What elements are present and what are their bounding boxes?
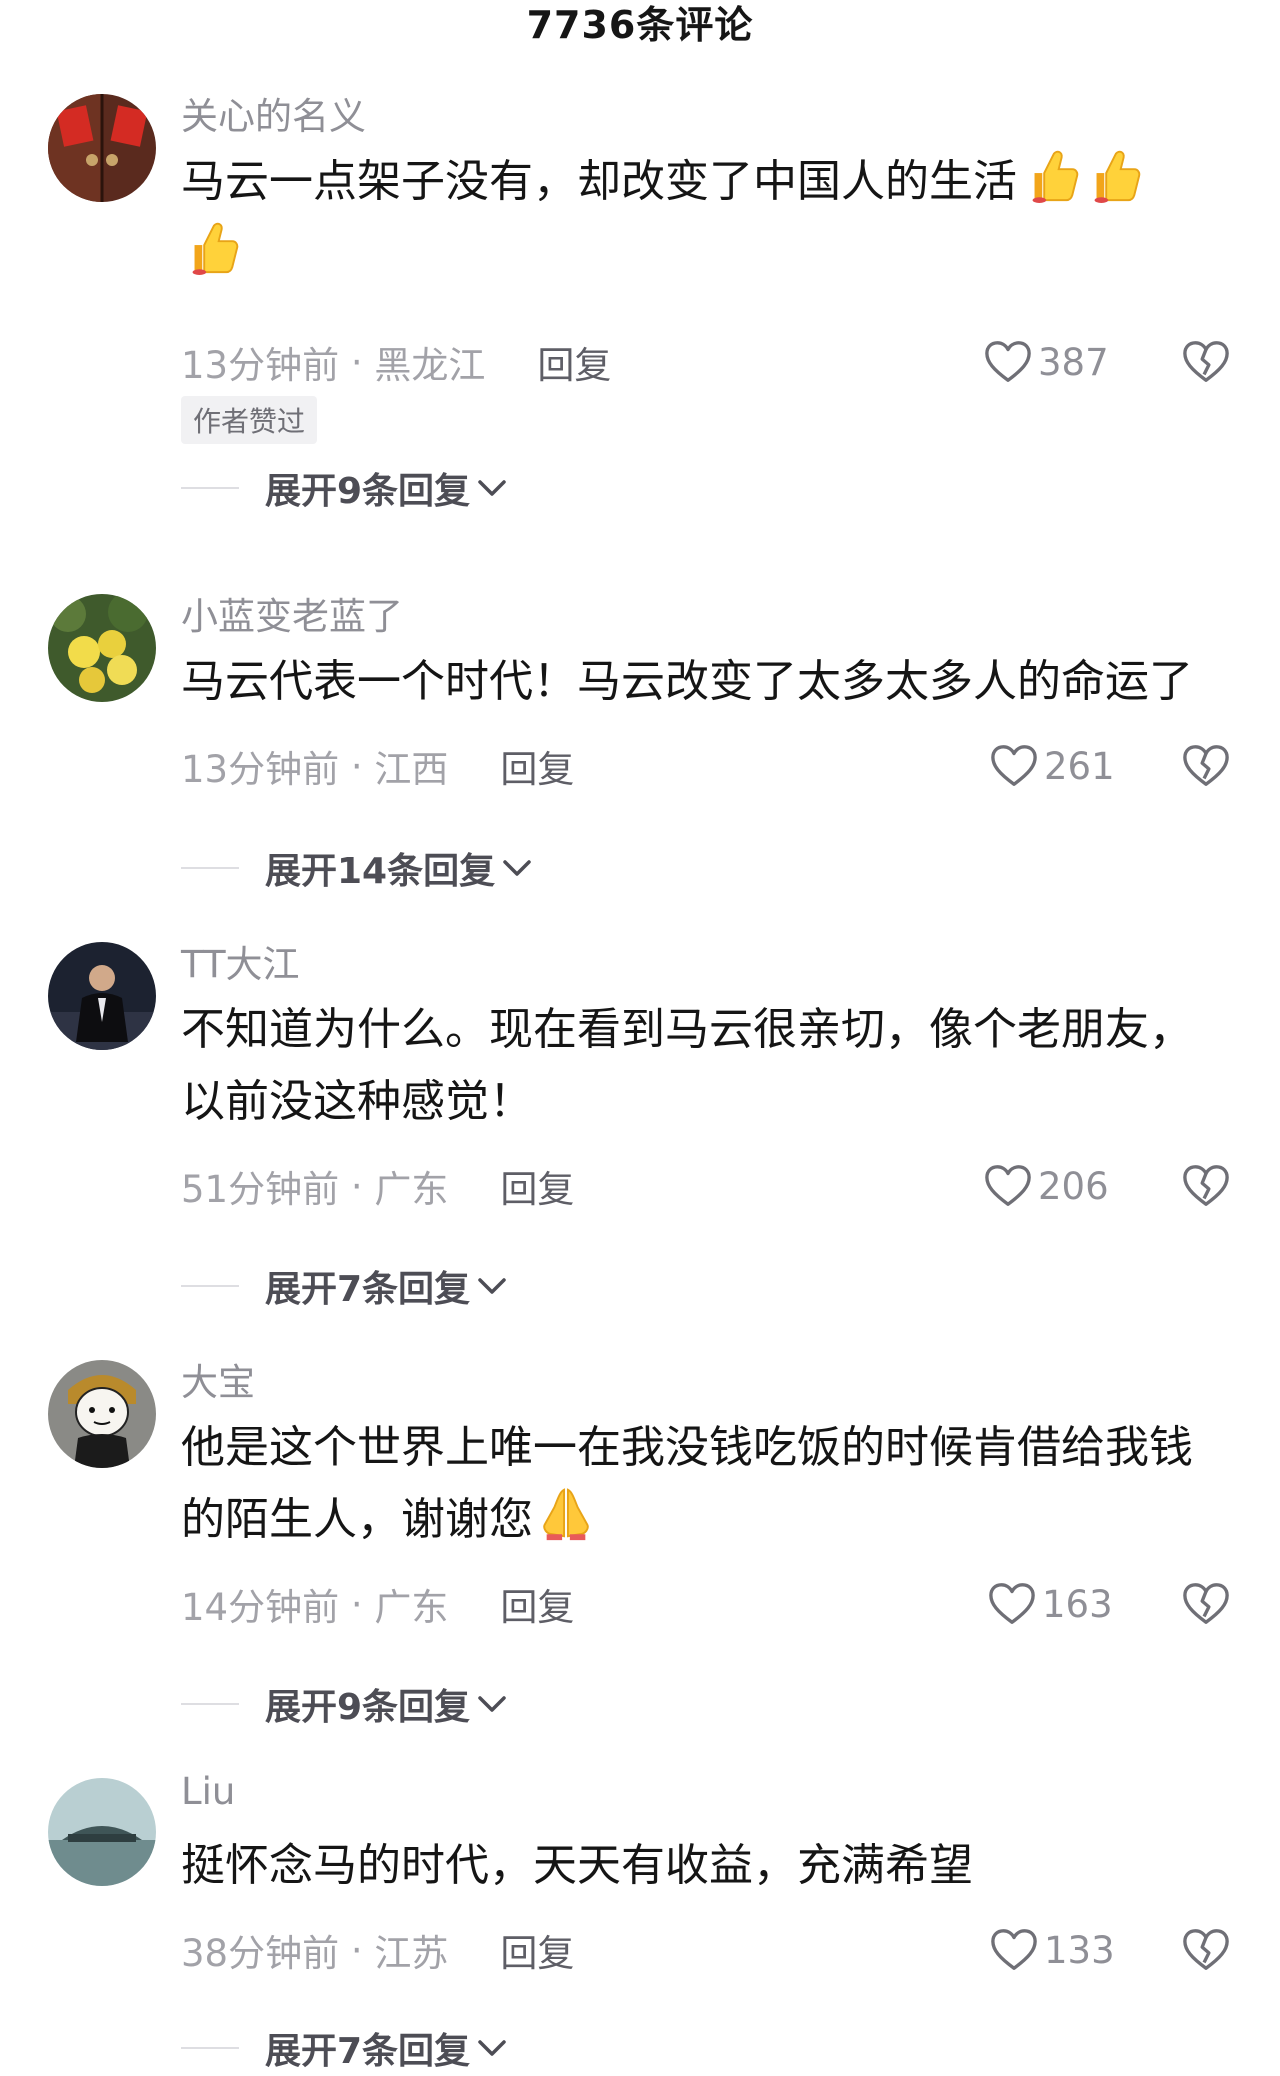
comment-text: 马云代表一个时代！马云改变了太多太多人的命运了	[181, 646, 1231, 718]
heart-icon	[985, 341, 1031, 382]
dislike-button[interactable]	[1180, 1158, 1232, 1214]
expand-replies-label: 展开7条回复	[265, 1269, 471, 1310]
divider-line	[181, 1285, 239, 1287]
like-button[interactable]: 387	[984, 334, 1109, 390]
comment-text: 他是这个世界上唯一在我没钱吃饭的时候肯借给我钱的陌生人，谢谢您	[181, 1412, 1231, 1556]
comment-meta: 13分钟前 · 江西 回复	[181, 738, 574, 794]
avatar[interactable]	[48, 594, 156, 702]
username[interactable]: Liu	[181, 1770, 235, 1813]
author-liked-badge: 作者赞过	[181, 396, 318, 444]
divider-line	[181, 1703, 239, 1705]
comment-text: 挺怀念马的时代，天天有收益，充满希望	[181, 1830, 1231, 1902]
username[interactable]: 小蓝变老蓝了	[181, 586, 403, 640]
broken-heart-icon	[1183, 1929, 1229, 1970]
dislike-button[interactable]	[1180, 334, 1232, 390]
meta-dot: ·	[339, 1928, 375, 1972]
like-count: 206	[1038, 1164, 1109, 1208]
username[interactable]: 关心的名义	[181, 86, 366, 140]
username[interactable]: 大宝	[181, 1352, 255, 1406]
like-count: 163	[1042, 1582, 1113, 1626]
heart-icon	[985, 1165, 1031, 1206]
expand-replies-label: 展开14条回复	[265, 851, 496, 892]
expand-replies-button[interactable]: 展开7条回复	[181, 1258, 508, 1314]
expand-replies-button[interactable]: 展开14条回复	[181, 840, 533, 896]
comment-text-content: 马云代表一个时代！马云改变了太多太多人的命运了	[181, 656, 1193, 707]
expand-replies-label: 展开9条回复	[265, 1687, 471, 1728]
like-count: 261	[1044, 744, 1115, 788]
dislike-button[interactable]	[1180, 738, 1232, 794]
broken-heart-icon	[1183, 341, 1229, 382]
thumbs-up-icon	[192, 222, 239, 276]
broken-heart-icon	[1183, 1165, 1229, 1206]
heart-icon	[991, 1929, 1037, 1970]
meta-dot: ·	[339, 744, 375, 788]
expand-replies-label: 展开7条回复	[265, 2031, 471, 2072]
comment-location: 广东	[374, 1586, 449, 1629]
username[interactable]: TT大江	[181, 934, 300, 988]
meta-dot: ·	[339, 1164, 375, 1208]
comment-time: 13分钟前	[181, 344, 340, 387]
reply-button[interactable]: 回复	[500, 1923, 574, 1977]
meta-dot: ·	[339, 1582, 375, 1626]
comment-text: 不知道为什么。现在看到马云很亲切，像个老朋友，以前没这种感觉！	[181, 994, 1231, 1138]
comment-text-content: 马云一点架子没有，却改变了中国人的生活	[181, 156, 1017, 207]
expand-replies-button[interactable]: 展开7条回复	[181, 2020, 508, 2076]
broken-heart-icon	[1183, 745, 1229, 786]
heart-icon	[989, 1583, 1035, 1624]
chevron-down-icon	[503, 860, 531, 876]
meta-dot: ·	[339, 340, 375, 384]
comment-location: 黑龙江	[374, 344, 486, 387]
folded-hands-icon	[543, 1488, 589, 1541]
reply-button[interactable]: 回复	[500, 739, 574, 793]
thumbs-up-icon	[1032, 150, 1079, 204]
chevron-down-icon	[478, 1278, 506, 1294]
heart-icon	[991, 745, 1037, 786]
comment-location: 广东	[374, 1168, 449, 1211]
like-button[interactable]: 163	[988, 1576, 1113, 1632]
chevron-down-icon	[478, 1696, 506, 1712]
like-button[interactable]: 206	[984, 1158, 1109, 1214]
comment-text-content: 不知道为什么。现在看到马云很亲切，像个老朋友，以前没这种感觉！	[181, 1004, 1193, 1127]
avatar[interactable]	[48, 94, 156, 202]
comment-text-content: 挺怀念马的时代，天天有收益，充满希望	[181, 1840, 973, 1891]
dislike-button[interactable]	[1180, 1922, 1232, 1978]
comment-location: 江西	[374, 748, 449, 791]
divider-line	[181, 2047, 239, 2049]
comment-time: 13分钟前	[181, 748, 340, 791]
expand-replies-button[interactable]: 展开9条回复	[181, 1676, 508, 1732]
divider-line	[181, 867, 239, 869]
comment-text-content: 他是这个世界上唯一在我没钱吃饭的时候肯借给我钱的陌生人，谢谢您	[181, 1422, 1193, 1545]
comment-meta: 51分钟前 · 广东 回复	[181, 1158, 574, 1214]
comment-meta: 14分钟前 · 广东 回复	[181, 1576, 574, 1632]
chevron-down-icon	[478, 2040, 506, 2056]
expand-replies-button[interactable]: 展开9条回复	[181, 460, 508, 516]
avatar[interactable]	[48, 1778, 156, 1886]
comment-meta: 13分钟前 · 黑龙江 回复	[181, 334, 611, 390]
like-count: 133	[1044, 1928, 1115, 1972]
reply-button[interactable]: 回复	[500, 1159, 574, 1213]
comment-meta: 38分钟前 · 江苏 回复	[181, 1922, 574, 1978]
like-count: 387	[1038, 340, 1109, 384]
like-button[interactable]: 261	[990, 738, 1115, 794]
comments-header: 7736条评论	[0, 0, 1280, 60]
comment-time: 51分钟前	[181, 1168, 340, 1211]
reply-button[interactable]: 回复	[537, 335, 611, 389]
like-button[interactable]: 133	[990, 1922, 1115, 1978]
broken-heart-icon	[1183, 1583, 1229, 1624]
comment-text: 马云一点架子没有，却改变了中国人的生活	[181, 146, 1231, 290]
expand-replies-label: 展开9条回复	[265, 471, 471, 512]
comment-time: 14分钟前	[181, 1586, 340, 1629]
divider-line	[181, 487, 239, 489]
avatar[interactable]	[48, 1360, 156, 1468]
comment-count-title: 7736条评论	[526, 2, 754, 47]
chevron-down-icon	[478, 480, 506, 496]
reply-button[interactable]: 回复	[500, 1577, 574, 1631]
thumbs-up-icon	[1094, 150, 1141, 204]
comment-location: 江苏	[374, 1932, 449, 1975]
dislike-button[interactable]	[1180, 1576, 1232, 1632]
comment-time: 38分钟前	[181, 1932, 340, 1975]
avatar[interactable]	[48, 942, 156, 1050]
